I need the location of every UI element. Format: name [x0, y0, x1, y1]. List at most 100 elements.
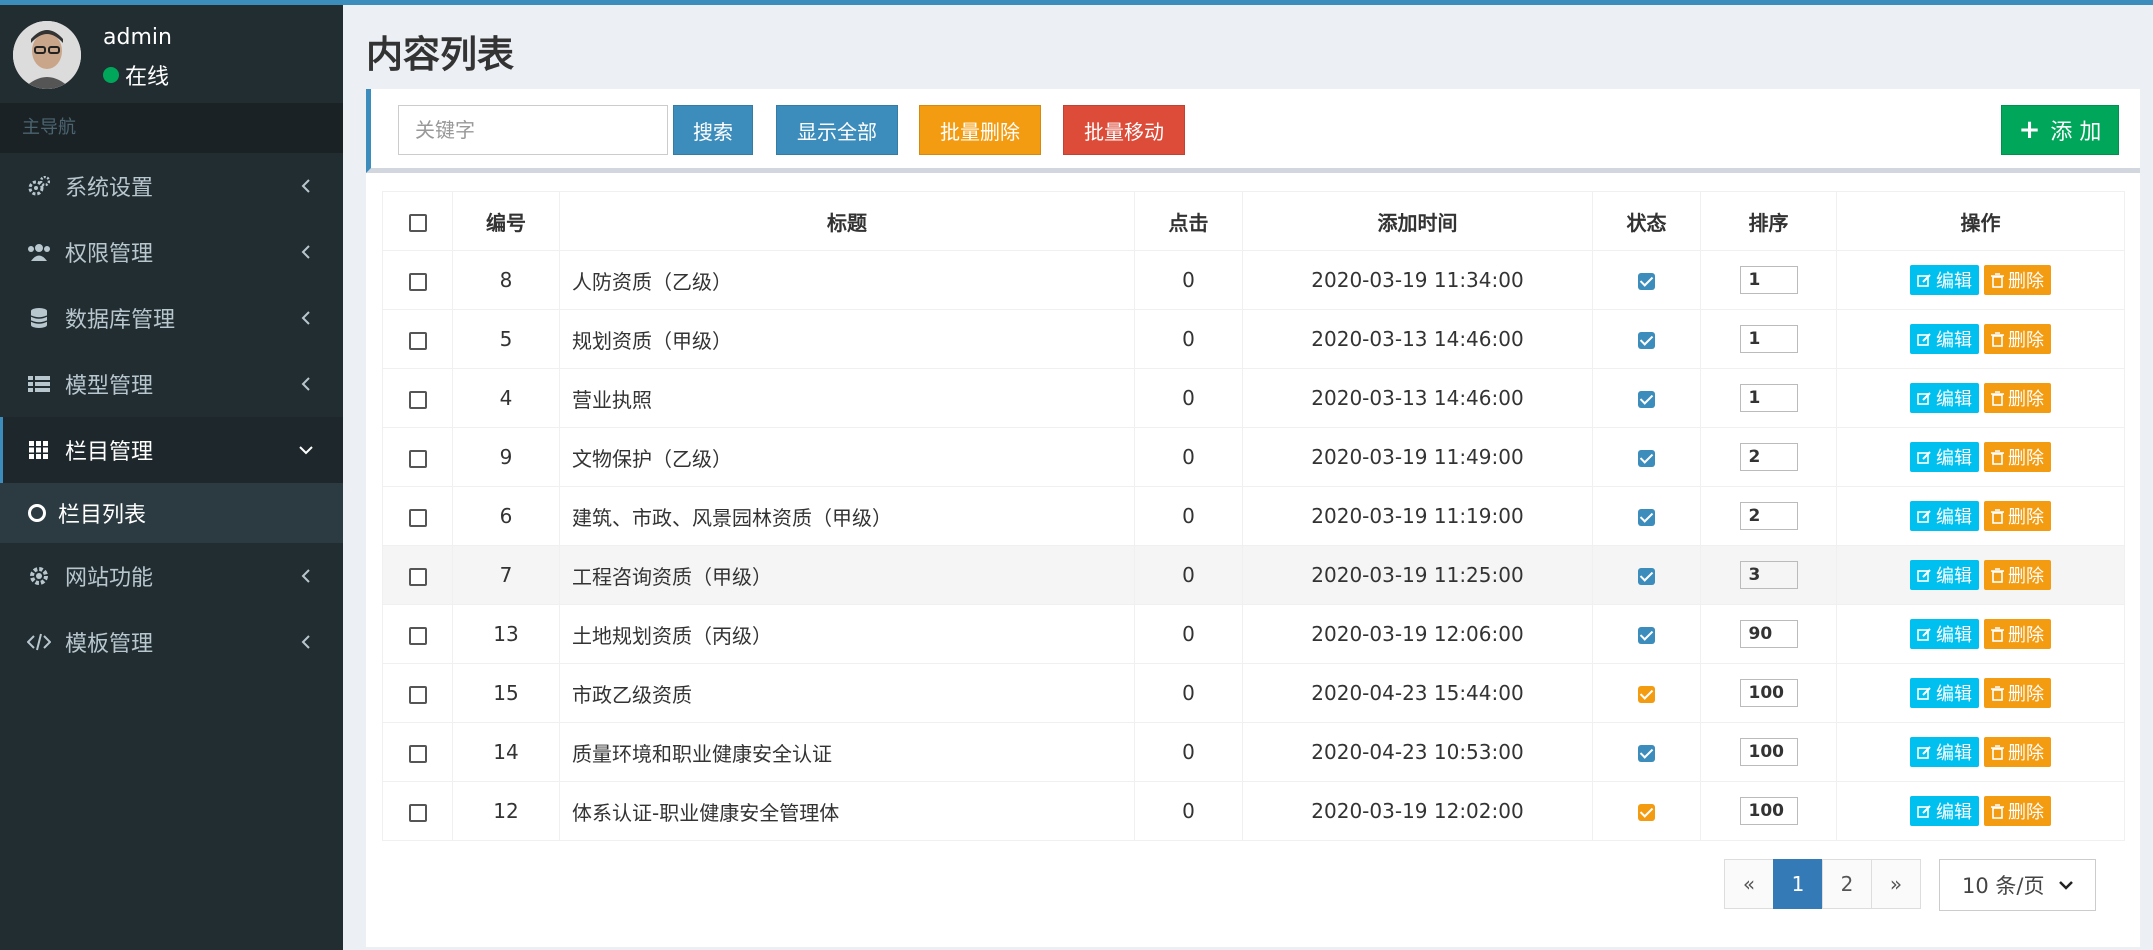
page-title: 内容列表 — [366, 33, 514, 76]
search-button[interactable]: 搜索 — [673, 105, 753, 155]
trash-icon — [1991, 508, 2004, 524]
row-checkbox[interactable] — [408, 331, 427, 350]
row-sort-cell: 2 — [1700, 427, 1837, 487]
edit-button[interactable]: 编辑 — [1910, 383, 1979, 413]
row-select-cell[interactable] — [382, 486, 453, 546]
row-checkbox[interactable] — [408, 449, 427, 468]
show-all-button[interactable]: 显示全部 — [776, 105, 898, 155]
sort-order-input[interactable]: 90 — [1739, 620, 1798, 648]
edit-button[interactable]: 编辑 — [1910, 796, 1979, 826]
status-checkbox[interactable] — [1638, 686, 1655, 703]
pagination: « 1 2 » — [1724, 859, 1921, 909]
edit-icon — [1917, 450, 1931, 464]
status-checkbox[interactable] — [1638, 804, 1655, 821]
row-select-cell[interactable] — [382, 427, 453, 487]
sidebar-item-system-settings[interactable]: 系统设置 — [0, 153, 343, 219]
sort-order-input[interactable]: 1 — [1739, 384, 1798, 412]
edit-button[interactable]: 编辑 — [1910, 619, 1979, 649]
per-page-select[interactable]: 10 条/页 — [1939, 859, 2096, 911]
row-select-cell[interactable] — [382, 368, 453, 428]
row-select-cell[interactable] — [382, 663, 453, 723]
status-checkbox[interactable] — [1638, 332, 1655, 349]
sidebar-item-templates[interactable]: 模板管理 — [0, 609, 343, 675]
delete-button[interactable]: 删除 — [1984, 619, 2051, 649]
select-all-checkbox[interactable] — [408, 213, 427, 232]
sort-order-input[interactable]: 100 — [1739, 797, 1798, 825]
edit-button[interactable]: 编辑 — [1910, 737, 1979, 767]
sidebar-subitem-column-list[interactable]: 栏目列表 — [0, 483, 343, 543]
status-checkbox[interactable] — [1638, 568, 1655, 585]
delete-button[interactable]: 删除 — [1984, 796, 2051, 826]
sidebar-item-models[interactable]: 模型管理 — [0, 351, 343, 417]
row-checkbox[interactable] — [408, 390, 427, 409]
delete-button[interactable]: 删除 — [1984, 737, 2051, 767]
batch-move-button[interactable]: 批量移动 — [1063, 105, 1185, 155]
sidebar-item-columns[interactable]: 栏目管理 — [0, 417, 343, 483]
batch-delete-button[interactable]: 批量删除 — [919, 105, 1041, 155]
status-checkbox[interactable] — [1638, 391, 1655, 408]
sort-order-input[interactable]: 100 — [1739, 738, 1798, 766]
delete-button[interactable]: 删除 — [1984, 324, 2051, 354]
sidebar-item-site-functions[interactable]: 网站功能 — [0, 543, 343, 609]
status-checkbox[interactable] — [1638, 745, 1655, 762]
row-checkbox[interactable] — [408, 685, 427, 704]
sort-order-input[interactable]: 2 — [1739, 502, 1798, 530]
row-checkbox[interactable] — [408, 744, 427, 763]
row-checkbox[interactable] — [408, 626, 427, 645]
delete-button[interactable]: 删除 — [1984, 678, 2051, 708]
edit-button[interactable]: 编辑 — [1910, 678, 1979, 708]
row-time: 2020-03-19 11:49:00 — [1242, 427, 1593, 487]
row-checkbox[interactable] — [408, 567, 427, 586]
status-checkbox[interactable] — [1638, 450, 1655, 467]
edit-button[interactable]: 编辑 — [1910, 442, 1979, 472]
sort-order-input[interactable]: 1 — [1739, 325, 1798, 353]
row-select-cell[interactable] — [382, 722, 453, 782]
edit-icon — [1917, 332, 1931, 346]
prev-page-button[interactable]: « — [1724, 859, 1774, 909]
user-status-label: 在线 — [125, 65, 170, 90]
table-row: 6 建筑、市政、风景园林资质（甲级） 0 2020-03-19 11:19:00 2 编辑… — [382, 486, 2125, 546]
page-2-button[interactable]: 2 — [1822, 859, 1872, 909]
row-checkbox[interactable] — [408, 272, 427, 291]
edit-button[interactable]: 编辑 — [1910, 560, 1979, 590]
page-1-button[interactable]: 1 — [1773, 859, 1823, 909]
row-status-cell — [1592, 368, 1701, 428]
row-time: 2020-04-23 10:53:00 — [1242, 722, 1593, 782]
delete-button[interactable]: 删除 — [1984, 442, 2051, 472]
sort-order-input[interactable]: 1 — [1739, 266, 1798, 294]
header-select-all[interactable] — [382, 191, 453, 251]
edit-button[interactable]: 编辑 — [1910, 265, 1979, 295]
sort-order-input[interactable]: 100 — [1739, 679, 1798, 707]
status-checkbox[interactable] — [1638, 273, 1655, 290]
row-actions: 编辑 删除 — [1836, 250, 2125, 310]
next-page-button[interactable]: » — [1871, 859, 1921, 909]
row-status-cell — [1592, 486, 1701, 546]
status-checkbox[interactable] — [1638, 627, 1655, 644]
sidebar-item-database[interactable]: 数据库管理 — [0, 285, 343, 351]
sidebar-subitem-label: 栏目列表 — [58, 503, 147, 528]
search-input[interactable] — [398, 105, 668, 155]
edit-button[interactable]: 编辑 — [1910, 324, 1979, 354]
delete-button[interactable]: 删除 — [1984, 560, 2051, 590]
row-select-cell[interactable] — [382, 781, 453, 841]
delete-button[interactable]: 删除 — [1984, 265, 2051, 295]
status-checkbox[interactable] — [1638, 509, 1655, 526]
edit-button-label: 编辑 — [1936, 802, 1972, 823]
row-actions: 编辑 删除 — [1836, 781, 2125, 841]
delete-button[interactable]: 删除 — [1984, 383, 2051, 413]
delete-button[interactable]: 删除 — [1984, 501, 2051, 531]
table-row: 9 文物保护（乙级） 0 2020-03-19 11:49:00 2 编辑 删除 — [382, 427, 2125, 487]
row-select-cell[interactable] — [382, 604, 453, 664]
sort-order-input[interactable]: 2 — [1739, 443, 1798, 471]
sidebar-item-permissions[interactable]: 权限管理 — [0, 219, 343, 285]
row-select-cell[interactable] — [382, 250, 453, 310]
row-checkbox[interactable] — [408, 508, 427, 527]
header-status: 状态 — [1592, 191, 1701, 251]
delete-button-label: 删除 — [2008, 566, 2044, 587]
row-select-cell[interactable] — [382, 309, 453, 369]
add-button[interactable]: + 添 加 — [2001, 105, 2119, 155]
sort-order-input[interactable]: 3 — [1739, 561, 1798, 589]
edit-button[interactable]: 编辑 — [1910, 501, 1979, 531]
row-checkbox[interactable] — [408, 803, 427, 822]
row-select-cell[interactable] — [382, 545, 453, 605]
